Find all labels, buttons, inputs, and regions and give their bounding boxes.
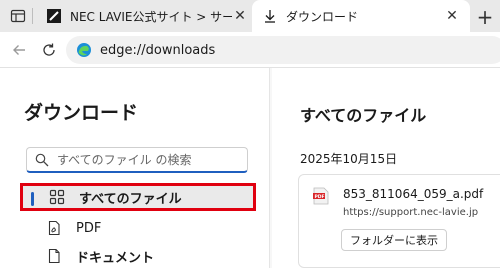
refresh-button[interactable]	[38, 39, 60, 61]
tab-bar: NEC LAVIE公式サイト > サービス＆サポ ✕ ダウンロード ✕ +	[0, 0, 500, 32]
downloads-main: すべてのファイル 2025年10月15日 PDF 853_811064_059_…	[272, 68, 500, 268]
search-input[interactable]	[57, 152, 247, 167]
address-toolbar: edge://downloads	[0, 32, 500, 68]
sidebar-item-documents[interactable]: ドキュメント	[20, 242, 256, 268]
pdf-file-icon	[48, 220, 60, 236]
tab-actions-icon	[10, 9, 26, 23]
downloads-sidebar: ダウンロード すべてのファイル PDF ドキュメント	[0, 68, 270, 268]
search-icon	[35, 153, 49, 166]
back-button[interactable]	[8, 39, 30, 61]
sidebar-item-label: PDF	[76, 220, 102, 236]
close-tab-icon[interactable]: ✕	[232, 8, 248, 24]
tab-title: NEC LAVIE公式サイト > サービス＆サポ	[70, 9, 232, 24]
document-icon	[48, 248, 60, 264]
nec-favicon	[47, 9, 61, 23]
downloads-page: ダウンロード すべてのファイル PDF ドキュメント すべてのファイル 2025…	[0, 68, 500, 268]
refresh-icon	[43, 43, 55, 56]
download-icon	[265, 10, 275, 23]
pdf-icon: PDF	[313, 187, 329, 205]
tab-downloads[interactable]: ダウンロード ✕	[252, 0, 470, 32]
new-tab-button[interactable]: +	[476, 7, 494, 27]
tab-separator	[32, 8, 33, 24]
grid-icon	[49, 189, 65, 205]
sidebar-item-pdf[interactable]: PDF	[20, 214, 256, 242]
search-box[interactable]	[26, 147, 248, 173]
download-filename[interactable]: 853_811064_059_a.pdf	[343, 187, 483, 201]
tab-actions-button[interactable]	[0, 0, 36, 32]
tab-nec-lavie[interactable]: NEC LAVIE公式サイト > サービス＆サポ ✕	[36, 0, 258, 32]
address-bar[interactable]: edge://downloads	[66, 36, 500, 64]
back-arrow-icon	[13, 45, 25, 55]
download-source-url[interactable]: https://support.nec-lavie.jp	[343, 207, 478, 218]
download-item[interactable]: PDF 853_811064_059_a.pdf https://support…	[298, 174, 500, 268]
close-tab-icon[interactable]: ✕	[444, 8, 460, 24]
selection-indicator	[31, 192, 34, 206]
show-in-folder-button[interactable]: フォルダーに表示	[341, 229, 447, 251]
date-heading: 2025年10月15日	[300, 152, 398, 166]
address-url: edge://downloads	[100, 42, 216, 58]
svg-text:PDF: PDF	[315, 194, 325, 200]
page-title: すべてのファイル	[300, 106, 427, 125]
tab-title: ダウンロード	[286, 9, 359, 24]
sidebar-item-all-files[interactable]: すべてのファイル	[20, 183, 256, 211]
sidebar-title: ダウンロード	[24, 102, 139, 124]
edge-icon	[77, 43, 91, 57]
sidebar-item-label: ドキュメント	[76, 250, 155, 266]
sidebar-item-label: すべてのファイル	[79, 191, 182, 207]
